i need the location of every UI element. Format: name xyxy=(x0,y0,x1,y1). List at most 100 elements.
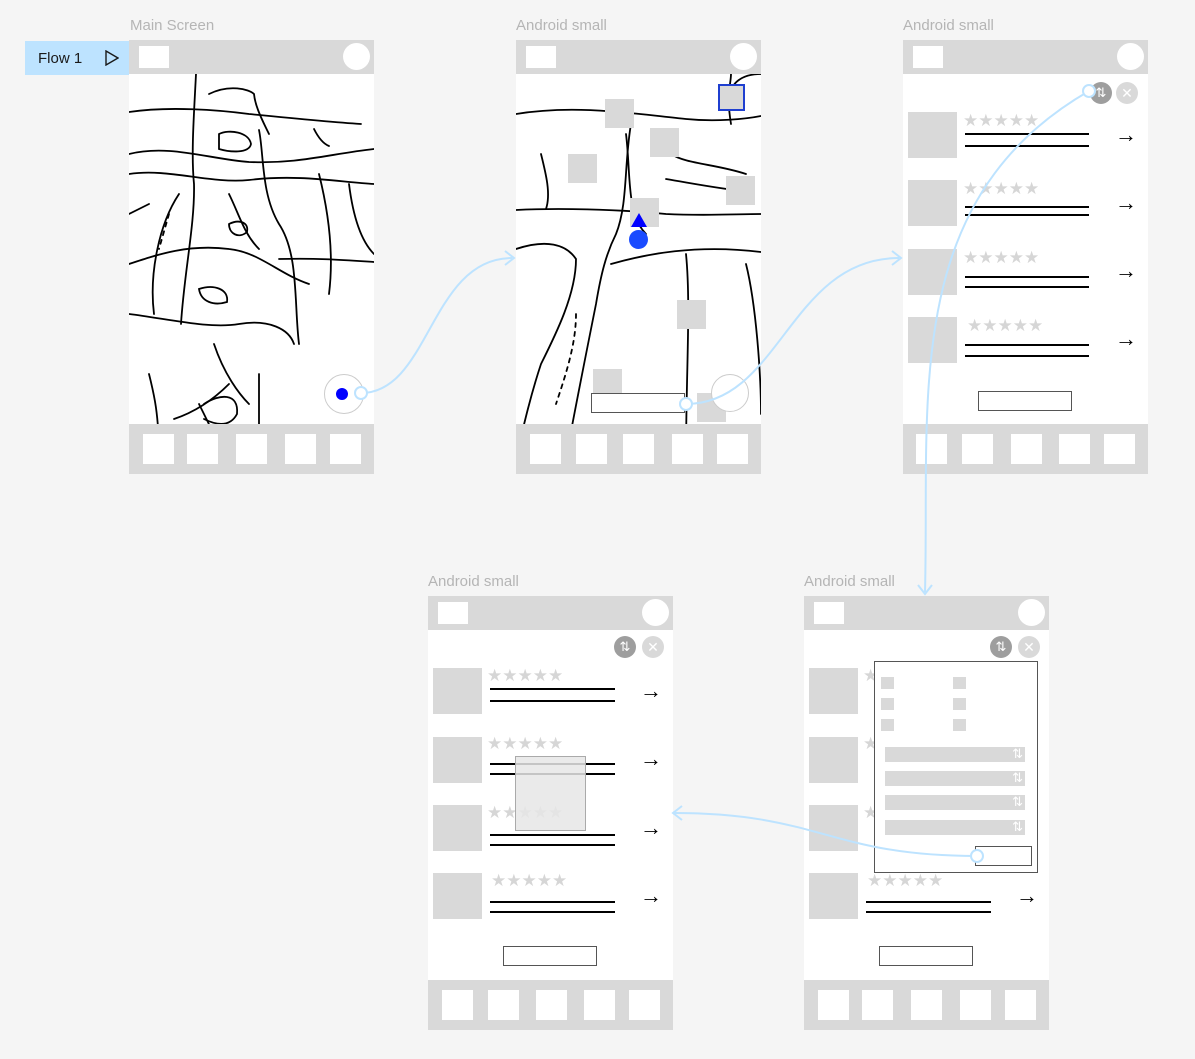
text-line xyxy=(866,901,991,903)
close-icon[interactable]: ✕ xyxy=(1116,82,1138,104)
nav-button-5[interactable] xyxy=(1104,434,1135,464)
nav-button-5[interactable] xyxy=(1005,990,1036,1020)
close-icon[interactable]: ✕ xyxy=(1018,636,1040,658)
arrowhead xyxy=(917,584,933,596)
arrow-right-icon[interactable]: → xyxy=(1115,192,1137,214)
nav-button-4[interactable] xyxy=(960,990,991,1020)
nav-button-5[interactable] xyxy=(717,434,748,464)
frame-main-screen xyxy=(129,40,374,474)
text-line xyxy=(490,688,615,690)
list-view-button[interactable] xyxy=(591,393,685,413)
nav-button-3[interactable] xyxy=(536,990,567,1020)
arrow-right-icon[interactable]: → xyxy=(640,680,662,702)
map-pin[interactable] xyxy=(677,300,706,329)
avatar[interactable] xyxy=(730,43,757,70)
sort-icon: ⇅ xyxy=(1012,770,1023,785)
nav-button-2[interactable] xyxy=(488,990,519,1020)
map-pin[interactable] xyxy=(650,128,679,157)
filter-checkbox[interactable] xyxy=(881,719,894,731)
flow-start-tag[interactable]: Flow 1 xyxy=(25,41,129,75)
locate-button[interactable] xyxy=(711,374,749,412)
filter-checkbox[interactable] xyxy=(881,677,894,689)
menu-placeholder[interactable] xyxy=(913,46,943,68)
load-more-button[interactable] xyxy=(879,946,973,966)
nav-button-4[interactable] xyxy=(1059,434,1090,464)
locate-button[interactable] xyxy=(324,374,364,414)
sort-icon[interactable]: ⇅ xyxy=(614,636,636,658)
filter-checkbox[interactable] xyxy=(953,719,966,731)
nav-button-5[interactable] xyxy=(629,990,660,1020)
nav-button-4[interactable] xyxy=(285,434,316,464)
load-more-button[interactable] xyxy=(503,946,597,966)
arrow-right-icon[interactable]: → xyxy=(640,885,662,907)
nav-button-3[interactable] xyxy=(623,434,654,464)
load-more-button[interactable] xyxy=(978,391,1072,411)
nav-button-2[interactable] xyxy=(862,990,893,1020)
sort-option[interactable]: ⇅ xyxy=(885,770,1025,786)
text-line xyxy=(965,206,1089,208)
text-line xyxy=(490,700,615,702)
sort-option[interactable]: ⇅ xyxy=(885,819,1025,835)
nav-button-5[interactable] xyxy=(330,434,361,464)
sort-option[interactable]: ⇅ xyxy=(885,746,1025,762)
item-thumbnail xyxy=(809,668,858,714)
nav-button-2[interactable] xyxy=(962,434,993,464)
item-thumbnail xyxy=(433,737,482,783)
sort-icon[interactable]: ⇅ xyxy=(990,636,1012,658)
bottom-nav xyxy=(903,424,1148,474)
arrow-right-icon[interactable]: → xyxy=(1016,885,1038,907)
text-line xyxy=(490,901,615,903)
text-line xyxy=(965,276,1089,278)
nav-button-1[interactable] xyxy=(442,990,473,1020)
filter-checkbox[interactable] xyxy=(881,698,894,710)
item-preview-popover[interactable] xyxy=(515,756,586,831)
arrow-right-icon[interactable]: → xyxy=(640,817,662,839)
map-pin[interactable] xyxy=(726,176,755,205)
menu-placeholder[interactable] xyxy=(139,46,169,68)
avatar[interactable] xyxy=(343,43,370,70)
avatar[interactable] xyxy=(1117,43,1144,70)
nav-button-1[interactable] xyxy=(530,434,561,464)
rating-stars: ★★★★★ xyxy=(963,111,1040,130)
nav-button-3[interactable] xyxy=(236,434,267,464)
menu-placeholder[interactable] xyxy=(814,602,844,624)
item-thumbnail xyxy=(433,873,482,919)
arrow-right-icon[interactable]: → xyxy=(1115,124,1137,146)
sort-icon[interactable]: ⇅ xyxy=(1090,82,1112,104)
location-icon xyxy=(336,388,348,400)
nav-button-2[interactable] xyxy=(187,434,218,464)
menu-placeholder[interactable] xyxy=(526,46,556,68)
apply-filter-button[interactable] xyxy=(975,846,1032,866)
avatar[interactable] xyxy=(1018,599,1045,626)
nav-button-4[interactable] xyxy=(584,990,615,1020)
item-thumbnail xyxy=(433,805,482,851)
map-pin[interactable] xyxy=(605,99,634,128)
rating-stars: ★★★★★ xyxy=(967,316,1044,335)
map-pin[interactable] xyxy=(568,154,597,183)
menu-placeholder[interactable] xyxy=(438,602,468,624)
bottom-nav xyxy=(428,980,673,1030)
item-thumbnail xyxy=(908,112,957,158)
nav-button-4[interactable] xyxy=(672,434,703,464)
nav-button-1[interactable] xyxy=(916,434,947,464)
text-line xyxy=(490,911,615,913)
item-thumbnail xyxy=(809,737,858,783)
filter-checkbox[interactable] xyxy=(953,698,966,710)
arrow-right-icon[interactable]: → xyxy=(640,748,662,770)
arrow-right-icon[interactable]: → xyxy=(1115,328,1137,350)
arrow-right-icon[interactable]: → xyxy=(1115,260,1137,282)
top-bar xyxy=(804,596,1049,630)
frame-title-main: Main Screen xyxy=(130,17,215,34)
filter-checkbox[interactable] xyxy=(953,677,966,689)
avatar[interactable] xyxy=(642,599,669,626)
direction-icon xyxy=(631,213,647,227)
selected-pin[interactable] xyxy=(718,84,745,111)
sort-option[interactable]: ⇅ xyxy=(885,794,1025,810)
close-icon[interactable]: ✕ xyxy=(642,636,664,658)
nav-button-1[interactable] xyxy=(818,990,849,1020)
nav-button-1[interactable] xyxy=(143,434,174,464)
nav-button-3[interactable] xyxy=(1011,434,1042,464)
item-thumbnail xyxy=(908,180,957,226)
nav-button-3[interactable] xyxy=(911,990,942,1020)
nav-button-2[interactable] xyxy=(576,434,607,464)
